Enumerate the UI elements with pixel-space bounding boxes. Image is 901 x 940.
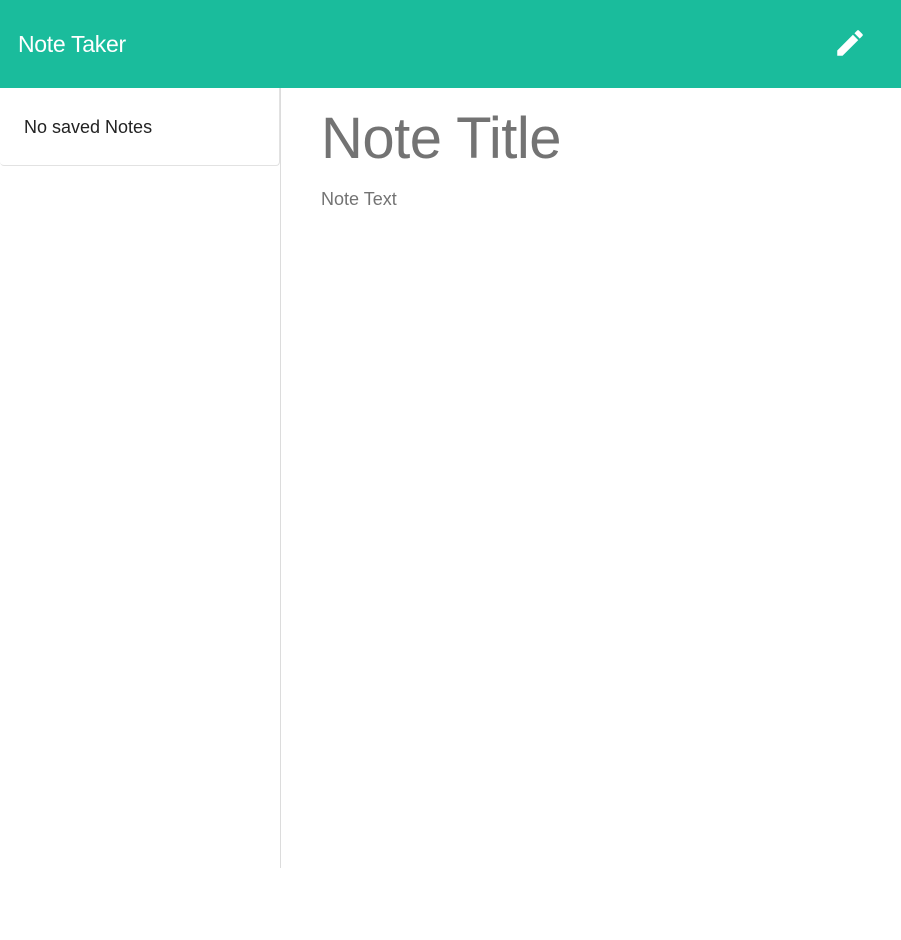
new-note-button[interactable] (827, 20, 873, 66)
note-list-sidebar: No saved Notes (0, 88, 281, 868)
brand-link[interactable]: Note Taker (18, 29, 126, 59)
note-title-input[interactable] (319, 100, 881, 176)
note-text-area[interactable] (319, 186, 881, 686)
list-item: No saved Notes (0, 88, 280, 166)
note-editor (281, 88, 901, 868)
note-list: No saved Notes (0, 88, 280, 166)
empty-notes-label: No saved Notes (24, 117, 153, 137)
pencil-icon (837, 30, 863, 56)
navbar: Note Taker (0, 0, 901, 88)
